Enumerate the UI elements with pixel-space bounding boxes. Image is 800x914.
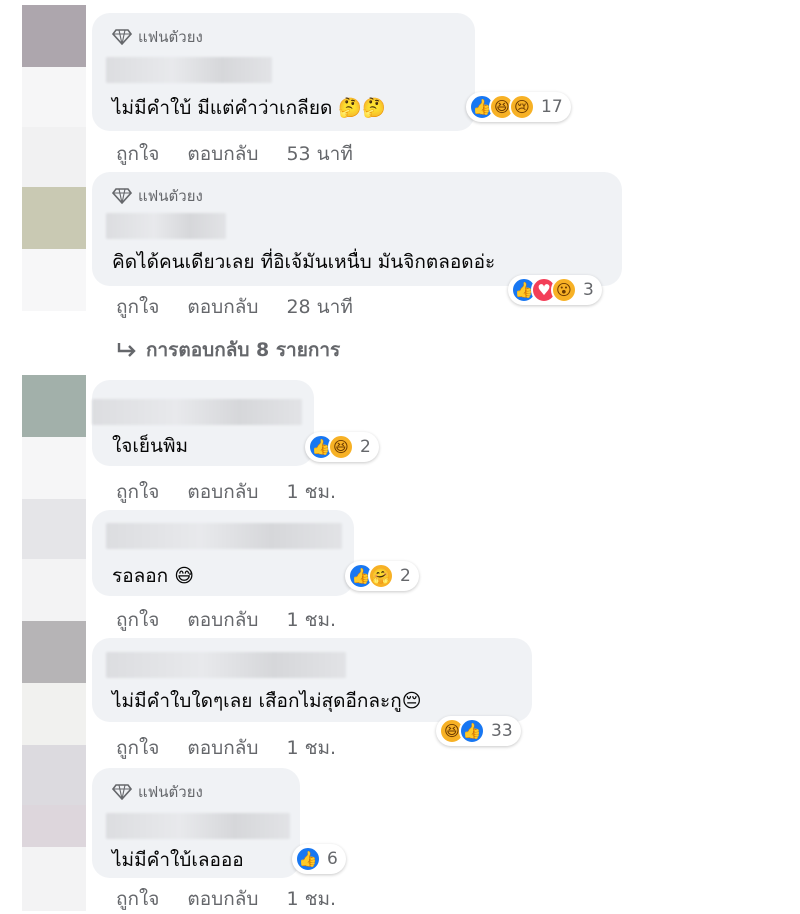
avatar (22, 683, 86, 745)
haha-reaction-icon: 😆 (328, 434, 354, 460)
comment-actions: ถูกใจ ตอบกลับ 1 ชม. (116, 884, 336, 914)
reply-button[interactable]: ตอบกลับ (187, 477, 258, 507)
reply-arrow-icon (117, 343, 136, 357)
reaction-count: 6 (327, 849, 338, 869)
sad-reaction-icon: 😢 (509, 94, 535, 120)
reply-button[interactable]: ตอบกลับ (187, 139, 258, 169)
timestamp[interactable]: 1 ชม. (286, 733, 336, 763)
avatar (22, 805, 86, 847)
like-button[interactable]: ถูกใจ (116, 477, 159, 507)
timestamp[interactable]: 28 นาที (286, 292, 352, 322)
comment-text: ไม่มีคำใบ้ มีแต่คำว่าเกลียด 🤔🤔 (112, 97, 386, 119)
top-fan-badge: แฟนตัวยง (112, 184, 203, 208)
reaction-summary[interactable]: 👍 6 (292, 844, 346, 874)
comment-actions: ถูกใจ ตอบกลับ 1 ชม. (116, 605, 336, 635)
diamond-icon (112, 188, 132, 204)
reaction-summary[interactable]: 😆 👍 33 (436, 716, 521, 746)
badge-label: แฟนตัวยง (138, 28, 203, 46)
reply-button[interactable]: ตอบกลับ (187, 292, 258, 322)
badge-label: แฟนตัวยง (138, 783, 203, 801)
avatar (22, 249, 86, 311)
avatar[interactable] (22, 5, 86, 67)
comment-bubble: แฟนตัวยง คิดได้คนเดียวเลย ที่อิเจ้มันเหน… (92, 172, 622, 286)
comment-bubble: ใจเย็นพิม (92, 380, 314, 466)
author-name[interactable] (106, 652, 346, 678)
author-name[interactable] (106, 57, 272, 83)
reaction-summary[interactable]: 👍 🤗 2 (345, 561, 419, 591)
diamond-icon (112, 29, 132, 45)
avatar[interactable] (22, 375, 86, 437)
comment-actions: ถูกใจ ตอบกลับ 1 ชม. (116, 733, 336, 763)
like-button[interactable]: ถูกใจ (116, 605, 159, 635)
diamond-icon (112, 784, 132, 800)
author-name[interactable] (106, 213, 226, 239)
reply-button[interactable]: ตอบกลับ (187, 884, 258, 914)
view-replies-label: การตอบกลับ 8 รายการ (146, 339, 341, 361)
avatar[interactable] (22, 499, 86, 559)
author-name[interactable] (92, 399, 302, 425)
avatar[interactable] (22, 745, 86, 805)
reaction-count: 17 (541, 97, 563, 117)
comment-text: ไม่มีคำใบ้เลอออ (112, 849, 244, 871)
care-reaction-icon: 🤗 (368, 563, 394, 589)
comment-bubble: แฟนตัวยง ไม่มีคำใบ้เลอออ (92, 768, 300, 878)
comment-bubble: รอลอก 😅 (92, 510, 354, 596)
avatar (22, 847, 86, 911)
timestamp[interactable]: 53 นาที (286, 139, 352, 169)
reply-button[interactable]: ตอบกลับ (187, 733, 258, 763)
comment-text: ใจเย็นพิม (112, 435, 189, 457)
author-name[interactable] (106, 523, 342, 549)
like-button[interactable]: ถูกใจ (116, 139, 159, 169)
timestamp[interactable]: 1 ชม. (286, 477, 336, 507)
reaction-count: 33 (491, 721, 513, 741)
comment-text: ไม่มีคำใบใดๆเลย เสือกไม่สุดอีกละกู😔 (112, 690, 422, 712)
author-name[interactable] (106, 813, 290, 839)
avatar (22, 559, 86, 621)
avatar[interactable] (22, 621, 86, 683)
reaction-summary[interactable]: 👍 😆 2 (305, 432, 379, 462)
reaction-count: 2 (400, 566, 411, 586)
view-replies-link[interactable]: การตอบกลับ 8 รายการ (116, 335, 340, 365)
like-reaction-icon: 👍 (459, 718, 485, 744)
top-fan-badge: แฟนตัวยง (112, 25, 203, 49)
comment-text: คิดได้คนเดียวเลย ที่อิเจ้มันเหนื่บ มันจิ… (112, 251, 496, 273)
avatar (22, 127, 86, 187)
top-fan-badge: แฟนตัวยง (112, 780, 203, 804)
timestamp[interactable]: 1 ชม. (286, 884, 336, 914)
timestamp[interactable]: 1 ชม. (286, 605, 336, 635)
wow-reaction-icon: 😮 (551, 277, 577, 303)
comment-actions: ถูกใจ ตอบกลับ 1 ชม. (116, 477, 336, 507)
reaction-summary[interactable]: 👍 😆 😢 17 (466, 92, 571, 122)
avatar[interactable] (22, 187, 86, 249)
comment-actions: ถูกใจ ตอบกลับ 28 นาที (116, 292, 353, 322)
reaction-summary[interactable]: 👍 ♥ 😮 3 (508, 275, 602, 305)
reaction-count: 2 (360, 437, 371, 457)
badge-label: แฟนตัวยง (138, 187, 203, 205)
reaction-count: 3 (583, 280, 594, 300)
reply-button[interactable]: ตอบกลับ (187, 605, 258, 635)
like-reaction-icon: 👍 (295, 846, 321, 872)
avatar (22, 437, 86, 499)
like-button[interactable]: ถูกใจ (116, 733, 159, 763)
comment-actions: ถูกใจ ตอบกลับ 53 นาที (116, 139, 353, 169)
avatar (22, 67, 86, 127)
like-button[interactable]: ถูกใจ (116, 292, 159, 322)
comment-bubble: แฟนตัวยง ไม่มีคำใบ้ มีแต่คำว่าเกลียด 🤔🤔 (92, 13, 475, 131)
like-button[interactable]: ถูกใจ (116, 884, 159, 914)
comment-text: รอลอก 😅 (112, 565, 195, 587)
comment-bubble: ไม่มีคำใบใดๆเลย เสือกไม่สุดอีกละกู😔 (92, 638, 532, 722)
